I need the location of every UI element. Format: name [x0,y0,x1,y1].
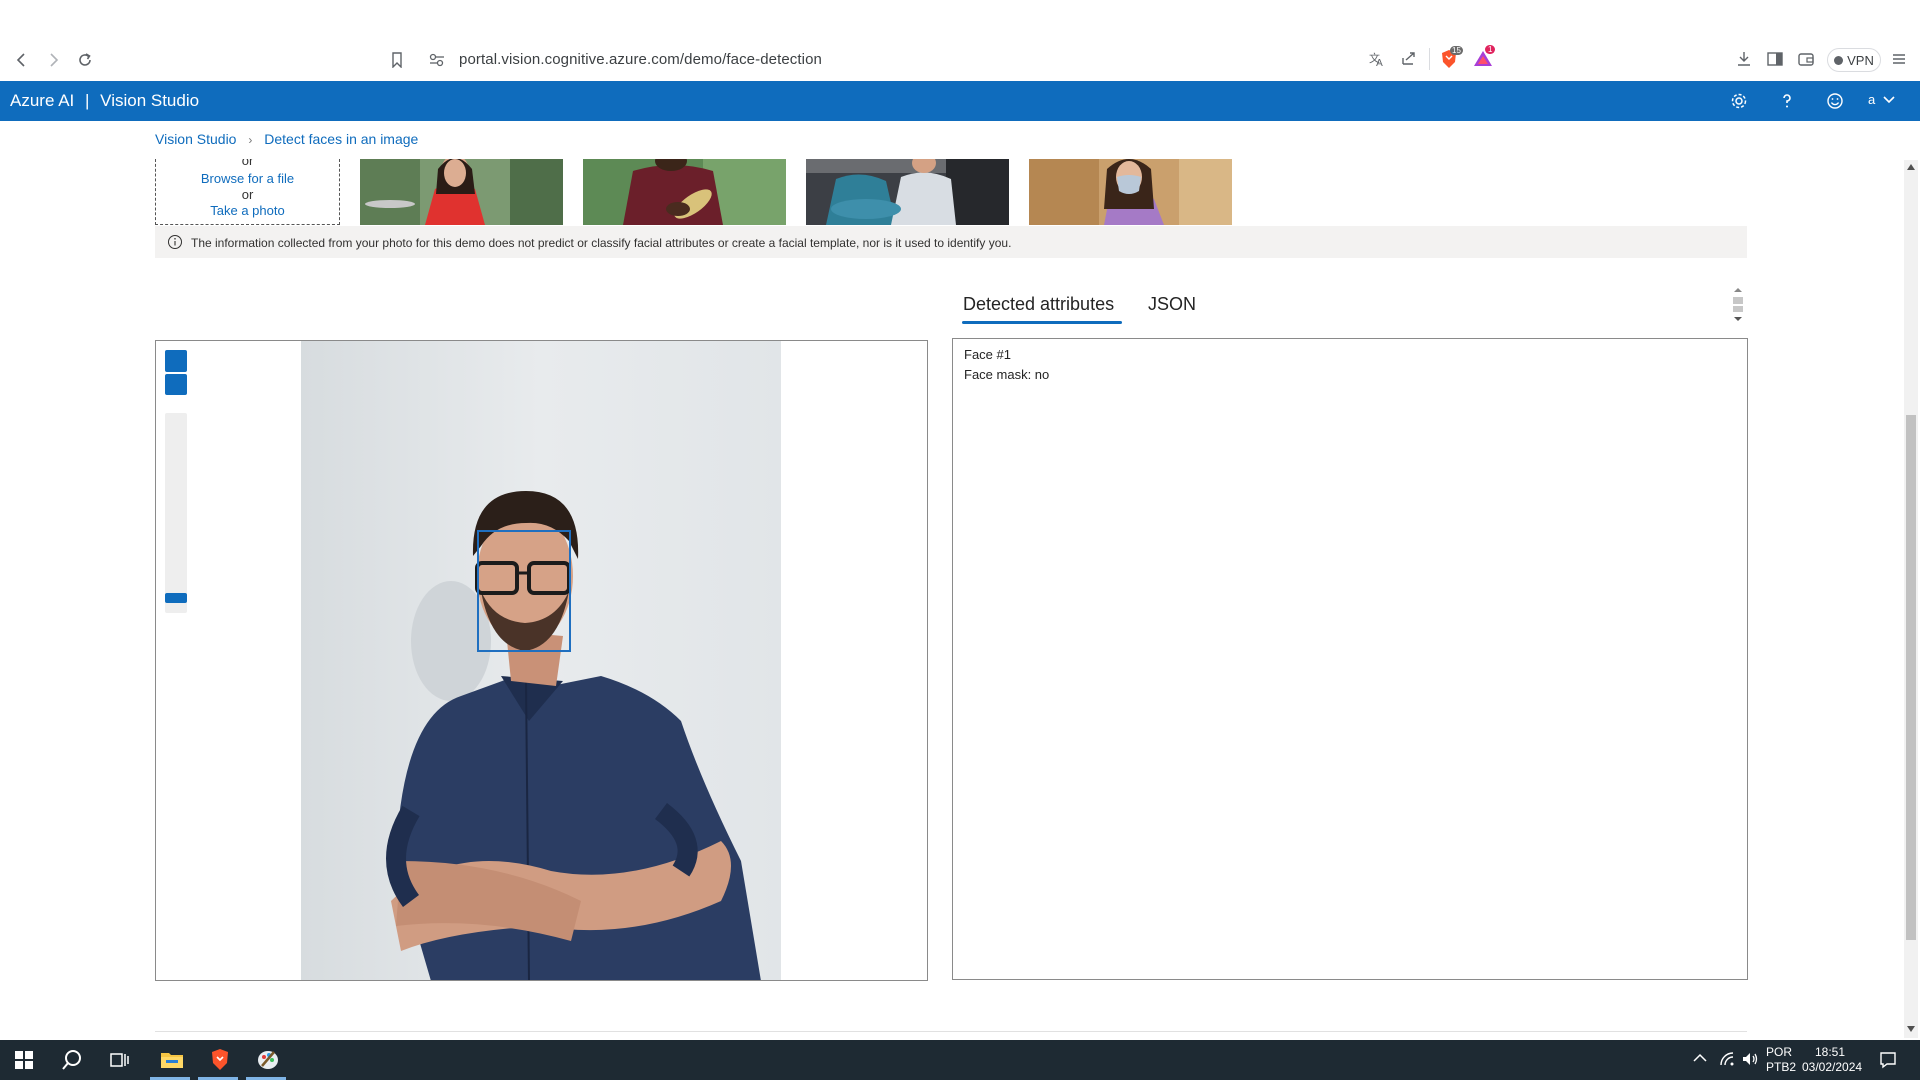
browser-menu-icon[interactable] [1890,50,1908,68]
brand-name: Azure AI [10,91,75,110]
zoom-slider-thumb[interactable] [165,593,187,603]
brand-separator: | [85,91,90,110]
upload-or-top: or [241,159,254,167]
vpn-label: VPN [1847,52,1874,68]
vpn-status-icon [1834,55,1844,65]
wallet-icon[interactable] [1797,50,1815,68]
privacy-info-text: The information collected from your phot… [191,236,1012,250]
sidebar-toggle-icon[interactable] [1766,50,1784,68]
account-initial: a [1868,92,1876,107]
take-photo-link[interactable]: Take a photo [156,203,339,219]
clock-time: 18:51 [1814,1045,1846,1059]
svg-text:A: A [1376,58,1383,68]
forward-icon[interactable] [41,48,65,72]
reload-icon[interactable] [73,48,97,72]
chevron-down-icon [1883,95,1895,103]
vpn-button[interactable]: VPN [1827,48,1881,72]
scroll-up-icon[interactable] [1907,164,1915,170]
browse-file-link[interactable]: Browse for a file [156,171,339,187]
brave-shields-icon[interactable]: 15 [1438,46,1463,72]
tray-overflow-chevron-icon[interactable] [1693,1053,1707,1063]
zoom-in-button[interactable] [165,350,187,372]
breadcrumb-detect-faces[interactable]: Detect faces in an image [264,131,418,147]
feedback-smiley-icon[interactable] [1823,89,1847,113]
sample-image-2[interactable] [583,159,786,225]
detected-attributes-panel: Face #1 Face mask: no [952,338,1748,980]
brave-rewards-icon[interactable]: 1 [1472,45,1496,72]
site-settings-icon[interactable] [428,52,446,68]
chevron-right-icon: › [248,133,253,147]
tabs-scroll-control[interactable] [1732,285,1744,325]
face-title: Face #1 [964,347,1011,362]
face-bounding-box[interactable] [477,530,571,652]
language-code: POR [1766,1045,1793,1059]
shields-count-badge: 15 [1450,46,1463,55]
zoom-slider-track[interactable] [165,413,187,613]
brave-browser-icon[interactable] [196,1040,244,1080]
scroll-down-icon[interactable] [1907,1026,1915,1032]
windows-start-icon[interactable] [0,1040,48,1080]
browser-tab-strip [0,0,1920,40]
app-title[interactable]: Azure AI | Vision Studio [10,91,199,111]
breadcrumb-vision-studio[interactable]: Vision Studio [155,131,236,147]
privacy-info-bar: The information collected from your phot… [155,226,1747,258]
task-view-icon[interactable] [96,1040,144,1080]
share-icon[interactable] [1400,50,1418,68]
page-scrollbar-thumb[interactable] [1906,415,1916,940]
breadcrumb: Vision Studio › Detect faces in an image [155,131,418,147]
upload-dropzone[interactable]: or Browse for a file or Take a photo [155,159,340,225]
product-name: Vision Studio [100,91,200,110]
downloads-icon[interactable] [1735,50,1753,68]
search-icon[interactable] [48,1040,96,1080]
account-menu[interactable]: a [1868,92,1895,107]
tab-json[interactable]: JSON [1148,294,1196,315]
back-icon[interactable] [10,48,34,72]
keyboard-layout: PTB2 [1766,1060,1797,1074]
info-icon [168,235,182,249]
clock-date: 03/02/2024 [1802,1060,1863,1074]
windows-taskbar: POR PTB2 18:51 03/02/2024 [0,1040,1920,1080]
app-header: Azure AI | Vision Studio a [0,81,1920,121]
zoom-out-button[interactable] [165,374,187,395]
page-divider [155,1031,1747,1032]
active-tab-indicator [962,321,1122,324]
paint-app-icon[interactable] [244,1040,292,1080]
translate-icon[interactable]: 文A [1368,50,1386,68]
file-explorer-icon[interactable] [148,1040,196,1080]
sample-image-3[interactable] [806,159,1009,225]
uploaded-photo [301,341,781,980]
system-clock[interactable]: 18:51 03/02/2024 [1802,1045,1863,1075]
face-mask-attribute: Face mask: no [964,367,1050,382]
bookmark-icon[interactable] [385,48,409,72]
image-preview-panel [155,340,928,981]
notifications-icon[interactable] [1879,1051,1897,1069]
upload-or-middle: or [241,187,254,202]
toolbar-divider [1429,48,1430,70]
page-scrollbar[interactable] [1904,160,1918,1038]
settings-icon[interactable] [1727,89,1751,113]
sample-image-1[interactable] [360,159,563,225]
volume-icon[interactable] [1741,1051,1759,1067]
tab-detected-attributes[interactable]: Detected attributes [963,294,1114,315]
sample-image-4[interactable] [1029,159,1232,225]
network-icon[interactable] [1719,1051,1735,1067]
help-icon[interactable] [1775,89,1799,113]
url-text[interactable]: portal.vision.cognitive.azure.com/demo/f… [459,51,822,68]
input-language[interactable]: POR PTB2 [1766,1045,1796,1075]
